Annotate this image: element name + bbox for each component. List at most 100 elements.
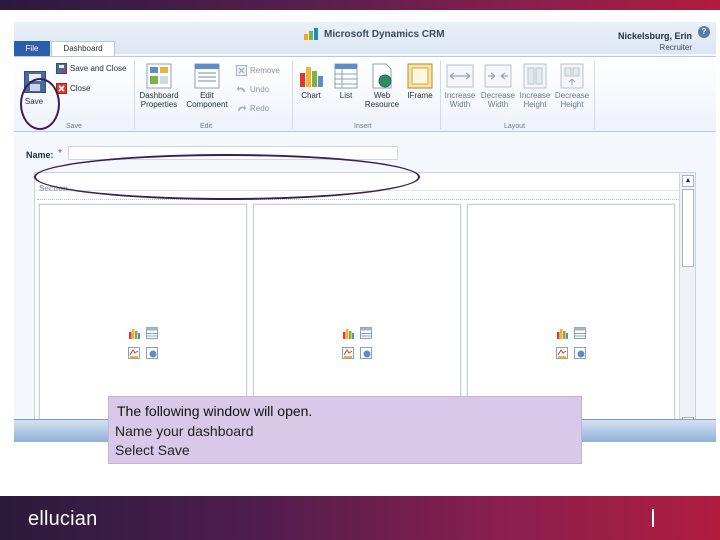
chart-icon[interactable]: [128, 327, 140, 339]
chart-button[interactable]: Chart: [296, 63, 326, 100]
vertical-scrollbar[interactable]: ▲ ▼: [679, 173, 695, 431]
group-separator: [134, 61, 135, 129]
iframe-icon: [407, 63, 433, 89]
scroll-up-icon[interactable]: ▲: [682, 175, 694, 187]
chart-icon: [300, 67, 323, 87]
dashboard-properties-label-1: Dashboard: [139, 91, 179, 100]
annotation-ellipse-name: [34, 154, 420, 200]
top-banner: [0, 0, 720, 10]
dashboard-properties-button[interactable]: Dashboard Properties: [138, 63, 180, 109]
annotation-circle-save: [20, 78, 60, 130]
slide: Microsoft Dynamics CRM Nickelsburg, Erin…: [0, 0, 720, 540]
redo-icon: [238, 105, 247, 111]
web-resource-label-2: Resource: [364, 100, 400, 109]
increase-height-label-2: Height: [523, 100, 547, 109]
group-label-layout: Layout: [504, 123, 526, 130]
component-insert-icons: [556, 327, 588, 361]
list-icon[interactable]: [574, 327, 586, 339]
group-separator: [440, 61, 441, 129]
iframe-button[interactable]: IFrame: [404, 63, 436, 100]
web-resource-icon[interactable]: [146, 347, 158, 359]
decrease-width-label-2: Width: [487, 100, 509, 109]
crm-logo-text: Microsoft Dynamics CRM: [324, 28, 445, 40]
dashboard-properties-icon: [146, 63, 172, 89]
crm-logo: Microsoft Dynamics CRM: [304, 26, 445, 42]
user-name[interactable]: Nickelsburg, Erin: [618, 31, 692, 41]
dashboard-properties-label-2: Properties: [140, 100, 178, 109]
increase-width-label-2: Width: [449, 100, 471, 109]
web-resource-icon[interactable]: [360, 347, 372, 359]
iframe-icon[interactable]: [342, 347, 354, 359]
edit-component-label-1: Edit: [200, 91, 214, 100]
caption-title: The following window will open.: [117, 403, 313, 419]
tab-file[interactable]: File: [14, 41, 50, 56]
chart-icon[interactable]: [556, 327, 568, 339]
group-separator: [292, 61, 293, 129]
list-icon: [334, 63, 358, 89]
decrease-width-button[interactable]: Decrease Width: [480, 63, 516, 109]
web-resource-button[interactable]: Web Resource: [364, 63, 400, 109]
remove-button[interactable]: Remove: [236, 65, 280, 76]
footer-band: ellucian: [0, 496, 720, 540]
list-label: List: [339, 91, 353, 100]
crm-window: Microsoft Dynamics CRM Nickelsburg, Erin…: [14, 22, 716, 442]
group-separator: [594, 61, 595, 129]
redo-label: Redo: [250, 104, 270, 113]
list-icon[interactable]: [360, 327, 372, 339]
group-label-edit: Edit: [200, 123, 213, 130]
chart-label: Chart: [301, 91, 321, 100]
edit-component-icon: [194, 63, 220, 89]
crm-title-bar: Microsoft Dynamics CRM Nickelsburg, Erin…: [14, 22, 716, 54]
save-and-close-icon: [56, 63, 67, 74]
remove-icon: [236, 65, 247, 76]
increase-width-label-1: Increase: [444, 91, 476, 100]
save-and-close-button[interactable]: Save and Close: [56, 63, 126, 74]
list-button[interactable]: List: [332, 63, 360, 100]
close-label: Close: [70, 84, 91, 93]
web-resource-label-1: Web: [373, 91, 391, 100]
increase-height-icon: [523, 63, 547, 89]
group-label-save: Save: [66, 123, 82, 130]
help-icon[interactable]: ?: [698, 26, 710, 38]
caption-line-2: Select Save: [115, 442, 190, 458]
scroll-thumb[interactable]: [682, 189, 694, 267]
crm-logo-icon: [304, 28, 320, 40]
undo-label: Undo: [250, 85, 270, 94]
increase-width-icon: [446, 64, 474, 88]
iframe-icon[interactable]: [556, 347, 568, 359]
edit-component-button[interactable]: Edit Component: [184, 63, 230, 109]
group-label-insert: Insert: [354, 123, 372, 130]
web-resource-icon: [372, 63, 392, 89]
increase-height-label-1: Increase: [519, 91, 551, 100]
decrease-height-label-1: Decrease: [554, 91, 590, 100]
undo-icon: [236, 86, 245, 92]
list-icon[interactable]: [146, 327, 158, 339]
save-and-close-label: Save and Close: [70, 64, 127, 73]
instruction-caption: The following window will open. Name you…: [108, 396, 582, 464]
iframe-label: IFrame: [407, 91, 433, 100]
chart-icon[interactable]: [342, 327, 354, 339]
close-button[interactable]: Close: [56, 83, 90, 94]
web-resource-icon[interactable]: [574, 347, 586, 359]
increase-width-button[interactable]: Increase Width: [442, 63, 478, 109]
decrease-width-icon: [484, 64, 512, 88]
tab-dashboard[interactable]: Dashboard: [51, 41, 115, 56]
undo-button[interactable]: Undo: [236, 84, 269, 95]
caption-line-1: Name your dashboard: [115, 423, 254, 439]
increase-height-button[interactable]: Increase Height: [517, 63, 553, 109]
name-label: Name:: [26, 150, 54, 160]
remove-label: Remove: [250, 66, 280, 75]
edit-component-label-2: Component: [186, 100, 228, 109]
component-insert-icons: [342, 327, 374, 361]
ribbon: Save Save and Close Close Save Dashboard…: [14, 56, 716, 132]
component-insert-icons: [128, 327, 160, 361]
iframe-icon[interactable]: [128, 347, 140, 359]
decrease-height-icon: [560, 63, 584, 89]
decrease-width-label-1: Decrease: [480, 91, 516, 100]
decrease-height-label-2: Height: [560, 100, 584, 109]
user-role: Recruiter: [659, 43, 692, 52]
decrease-height-button[interactable]: Decrease Height: [554, 63, 590, 109]
footer-divider: [652, 509, 654, 527]
required-marker: *: [58, 148, 62, 159]
redo-button[interactable]: Redo: [236, 103, 269, 114]
